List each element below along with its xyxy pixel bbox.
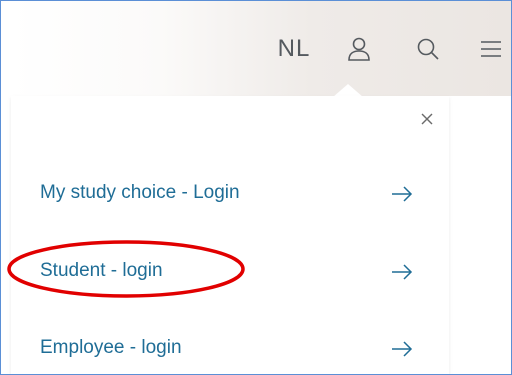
search-icon [417, 38, 439, 60]
link-label: Employee - login [40, 337, 182, 358]
arrow-right-icon [392, 264, 413, 280]
login-dropdown-panel: My study choice - Login Student - login … [11, 96, 449, 374]
link-label: Student - login [40, 260, 163, 281]
account-button[interactable] [339, 29, 379, 69]
link-employee-login[interactable]: Employee - login [11, 328, 449, 370]
user-icon [348, 37, 370, 61]
menu-button[interactable] [469, 29, 511, 69]
header-left-area [1, 1, 11, 96]
close-icon [421, 113, 433, 125]
link-student-login[interactable]: Student - login [11, 251, 449, 293]
site-header: NL [11, 1, 511, 96]
link-label: My study choice - Login [40, 182, 240, 203]
page-frame: NL My study choice - Login Student - log… [0, 0, 512, 375]
link-my-study-choice-login[interactable]: My study choice - Login [11, 173, 449, 215]
hamburger-menu-icon [481, 41, 501, 57]
language-switch[interactable]: NL [269, 29, 319, 69]
arrow-right-icon [392, 341, 413, 357]
search-button[interactable] [408, 29, 448, 69]
close-button[interactable] [417, 109, 437, 129]
arrow-right-icon [392, 186, 413, 202]
